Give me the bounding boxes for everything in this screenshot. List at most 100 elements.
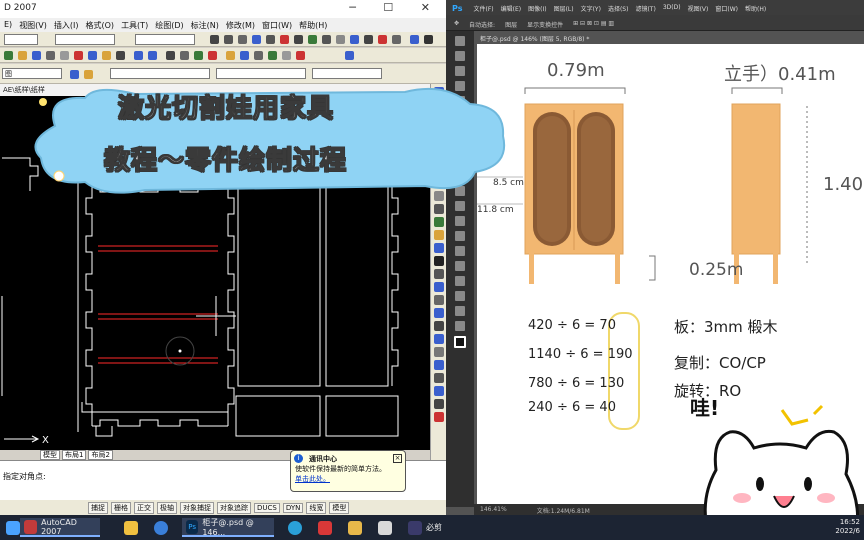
zoom-tool-icon[interactable] <box>455 321 465 331</box>
hatch-tool-icon[interactable] <box>433 217 444 227</box>
design-center-icon[interactable] <box>240 51 249 60</box>
dim-aligned-icon[interactable] <box>224 35 233 44</box>
menu-window[interactable]: 窗口(W) <box>262 20 292 30</box>
ps-menu-edit[interactable]: 编辑(E) <box>501 4 521 13</box>
markup-icon[interactable] <box>282 51 291 60</box>
ps-menu-select[interactable]: 选择(S) <box>608 4 629 13</box>
menu-dimension[interactable]: 标注(N) <box>191 20 219 30</box>
sheet-set-icon[interactable] <box>268 51 277 60</box>
foreground-color-icon[interactable] <box>454 336 466 348</box>
status-snap[interactable]: 捕捉 <box>88 501 108 514</box>
status-model[interactable]: 模型 <box>329 501 350 514</box>
menu-insert[interactable]: 插入(I) <box>54 20 79 30</box>
trim-tool-icon[interactable] <box>433 386 444 396</box>
array-tool-icon[interactable] <box>433 321 444 331</box>
taskbar-autocad[interactable]: AutoCAD 2007 <box>20 518 100 537</box>
mirror-tool-icon[interactable] <box>433 295 444 305</box>
blur-tool-icon[interactable] <box>455 216 465 226</box>
taskbar-browser[interactable] <box>284 518 306 537</box>
status-osnap[interactable]: 对象捕捉 <box>180 501 214 514</box>
taskbar-bijian[interactable]: 必剪 <box>404 518 446 537</box>
tab-layout1[interactable]: 布局1 <box>62 450 87 460</box>
text-icon[interactable] <box>410 35 419 44</box>
menu-tools[interactable]: 工具(T) <box>121 20 148 30</box>
copy-tool-icon[interactable] <box>433 282 444 292</box>
open-file-icon[interactable] <box>18 51 27 60</box>
erase-tool-icon[interactable] <box>433 269 444 279</box>
status-lwt[interactable]: 线宽 <box>306 501 327 514</box>
layer-manager-icon[interactable] <box>70 70 79 79</box>
pan-icon[interactable] <box>166 51 175 60</box>
dimstyle-dropdown[interactable] <box>55 34 115 45</box>
auto-select-checkbox[interactable]: 自动选择: <box>469 20 495 29</box>
path-select-tool-icon[interactable] <box>455 276 465 286</box>
status-ducs[interactable]: DUCS <box>254 502 280 513</box>
balloon-link[interactable]: 单击此处。 <box>295 474 401 484</box>
ps-menu-layer[interactable]: 图层(L) <box>554 4 574 13</box>
ps-menu-image[interactable]: 图像(I) <box>528 4 546 13</box>
zoom-previous-icon[interactable] <box>208 51 217 60</box>
menu-help[interactable]: 帮助(H) <box>299 20 327 30</box>
dim-linear-icon[interactable] <box>210 35 219 44</box>
table-tool-icon[interactable] <box>433 243 444 253</box>
move-tool-icon[interactable]: ✥ <box>454 20 459 27</box>
style-dropdown[interactable] <box>4 34 38 45</box>
dodge-tool-icon[interactable] <box>455 231 465 241</box>
lasso-tool-icon[interactable] <box>455 66 465 76</box>
point-tool-icon[interactable] <box>433 204 444 214</box>
continue-dim-icon[interactable] <box>322 35 331 44</box>
layer-dropdown[interactable]: 图 <box>2 68 62 79</box>
dim-update-icon[interactable] <box>378 35 387 44</box>
arrow-icon[interactable] <box>424 35 433 44</box>
menu-view[interactable]: 视图(V) <box>19 20 47 30</box>
dimstyle-icon[interactable] <box>392 35 401 44</box>
dim-angular-icon[interactable] <box>280 35 289 44</box>
zoom-realtime-icon[interactable] <box>180 51 189 60</box>
preview-icon[interactable] <box>60 51 69 60</box>
redo-icon[interactable] <box>148 51 157 60</box>
linetype-dropdown[interactable] <box>216 68 306 79</box>
ps-menu-filter[interactable]: 滤镜(T) <box>635 4 655 13</box>
gradient-tool-icon[interactable] <box>455 201 465 211</box>
ps-menu-window[interactable]: 窗口(W) <box>715 4 738 13</box>
tab-model[interactable]: 模型 <box>40 450 60 460</box>
calculator-icon[interactable] <box>296 51 305 60</box>
type-tool-icon[interactable] <box>455 261 465 271</box>
help-icon[interactable] <box>345 51 354 60</box>
ps-document-tab[interactable]: 柜子@.psd @ 146% (图层 5, RGB/8) * <box>474 31 596 43</box>
menu-draw[interactable]: 绘图(D) <box>155 20 183 30</box>
undo-icon[interactable] <box>134 51 143 60</box>
marquee-tool-icon[interactable] <box>455 51 465 61</box>
ps-menu-view[interactable]: 视图(V) <box>688 4 709 13</box>
status-polar[interactable]: 极轴 <box>157 501 177 514</box>
tolerance-icon[interactable] <box>336 35 345 44</box>
hand-tool-icon[interactable] <box>455 306 465 316</box>
ps-menu-file[interactable]: 文件(F) <box>473 4 493 13</box>
quick-dim-icon[interactable] <box>294 35 303 44</box>
status-ortho[interactable]: 正交 <box>134 501 154 514</box>
copy-icon[interactable] <box>88 51 97 60</box>
mtext-tool-icon[interactable] <box>433 256 444 266</box>
taskbar-explorer[interactable] <box>344 518 366 537</box>
explode-tool-icon[interactable] <box>433 412 444 422</box>
status-grid[interactable]: 栅格 <box>111 501 131 514</box>
dim-edit-icon[interactable] <box>364 35 373 44</box>
offset-tool-icon[interactable] <box>433 308 444 318</box>
cut-icon[interactable] <box>74 51 83 60</box>
menu-edit[interactable]: E) <box>4 20 12 30</box>
zoom-window-icon[interactable] <box>194 51 203 60</box>
center-mark-icon[interactable] <box>350 35 359 44</box>
window-controls[interactable]: ─ ☐ ✕ <box>349 1 442 14</box>
taskbar-photoshop[interactable]: Ps 柜子@.psd @ 146... <box>182 518 274 537</box>
ps-menu-help[interactable]: 帮助(H) <box>745 4 766 13</box>
region-tool-icon[interactable] <box>433 230 444 240</box>
move-tool-icon[interactable] <box>455 36 465 46</box>
ps-zoom[interactable]: 146.41% <box>480 506 507 513</box>
save-icon[interactable] <box>32 51 41 60</box>
new-file-icon[interactable] <box>4 51 13 60</box>
dim-radius-icon[interactable] <box>252 35 261 44</box>
taskbar-k-app[interactable] <box>150 518 172 537</box>
tablestyle-dropdown[interactable] <box>135 34 195 45</box>
status-otrack[interactable]: 对象追踪 <box>217 501 251 514</box>
pen-tool-icon[interactable] <box>455 246 465 256</box>
